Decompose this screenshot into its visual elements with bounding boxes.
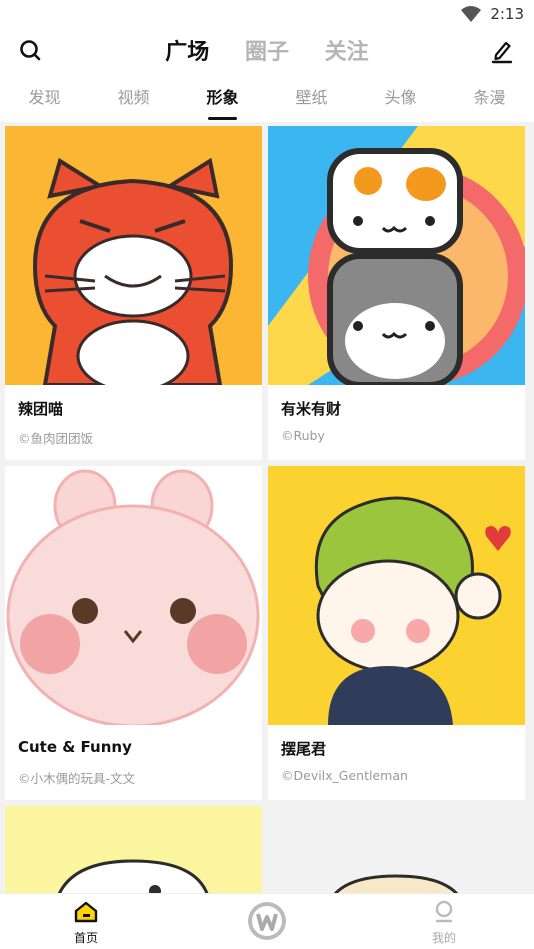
card-image — [268, 126, 525, 385]
tab-discover[interactable]: 发现 — [28, 84, 60, 114]
nav-center[interactable] — [247, 901, 287, 944]
card-image — [268, 466, 525, 725]
card-image — [5, 466, 262, 725]
card-author: ©小木偶的玩具-文文 — [18, 771, 136, 786]
tab-avatar[interactable]: 头像 — [384, 84, 416, 114]
home-icon — [74, 901, 98, 923]
card-partial-2[interactable] — [268, 806, 525, 893]
nav-mine[interactable]: 我的 — [430, 900, 458, 946]
nav-home-label: 首页 — [73, 931, 98, 945]
card-author: ©鱼肉团团饭 — [18, 431, 94, 446]
edit-icon[interactable] — [490, 38, 514, 64]
card-spicy-cat[interactable]: 辣团喵 ©鱼肉团团饭 — [5, 126, 262, 460]
card-title: 有米有财 — [281, 400, 342, 418]
tab-character[interactable]: 形象 — [206, 84, 239, 120]
center-logo-icon — [248, 902, 286, 940]
card-title: Cute & Funny — [18, 738, 132, 756]
tab-wallpaper[interactable]: 壁纸 — [295, 84, 327, 114]
content-grid: 辣团喵 ©鱼肉团团饭 有米有财 ©Ruby Cute & Funny ©小木偶的… — [0, 126, 534, 893]
category-tabs: 发现 视频 形象 壁纸 头像 条漫 — [0, 76, 534, 122]
card-image — [5, 126, 262, 385]
nav-mine-label: 我的 — [431, 931, 456, 945]
card-rice-wealth[interactable]: 有米有财 ©Ruby — [268, 126, 525, 460]
card-author: ©Devilx_Gentleman — [281, 768, 408, 783]
card-tail-wagger[interactable]: 摆尾君 ©Devilx_Gentleman — [268, 466, 525, 800]
tab-square[interactable]: 广场 — [165, 40, 209, 65]
tab-video[interactable]: 视频 — [117, 84, 149, 114]
card-partial-seal[interactable] — [5, 806, 262, 893]
card-title: 摆尾君 — [281, 740, 327, 758]
bottom-nav: 首页 我的 — [0, 893, 534, 949]
card-author: ©Ruby — [281, 428, 325, 443]
card-image — [58, 859, 209, 893]
tab-circle[interactable]: 圈子 — [245, 40, 289, 65]
card-title: 辣团喵 — [18, 400, 64, 418]
tab-follow[interactable]: 关注 — [325, 40, 369, 65]
card-image — [333, 874, 459, 893]
profile-icon — [435, 900, 453, 923]
status-bar: 2:13 — [0, 0, 534, 28]
wifi-icon — [461, 6, 481, 22]
nav-home[interactable]: 首页 — [72, 900, 100, 946]
tab-comic[interactable]: 条漫 — [473, 84, 505, 114]
card-cute-funny[interactable]: Cute & Funny ©小木偶的玩具-文文 — [5, 466, 262, 800]
top-header: 广场 圈子 关注 — [0, 28, 534, 76]
main-tabs: 广场 圈子 关注 — [0, 34, 534, 66]
status-time: 2:13 — [490, 5, 524, 23]
